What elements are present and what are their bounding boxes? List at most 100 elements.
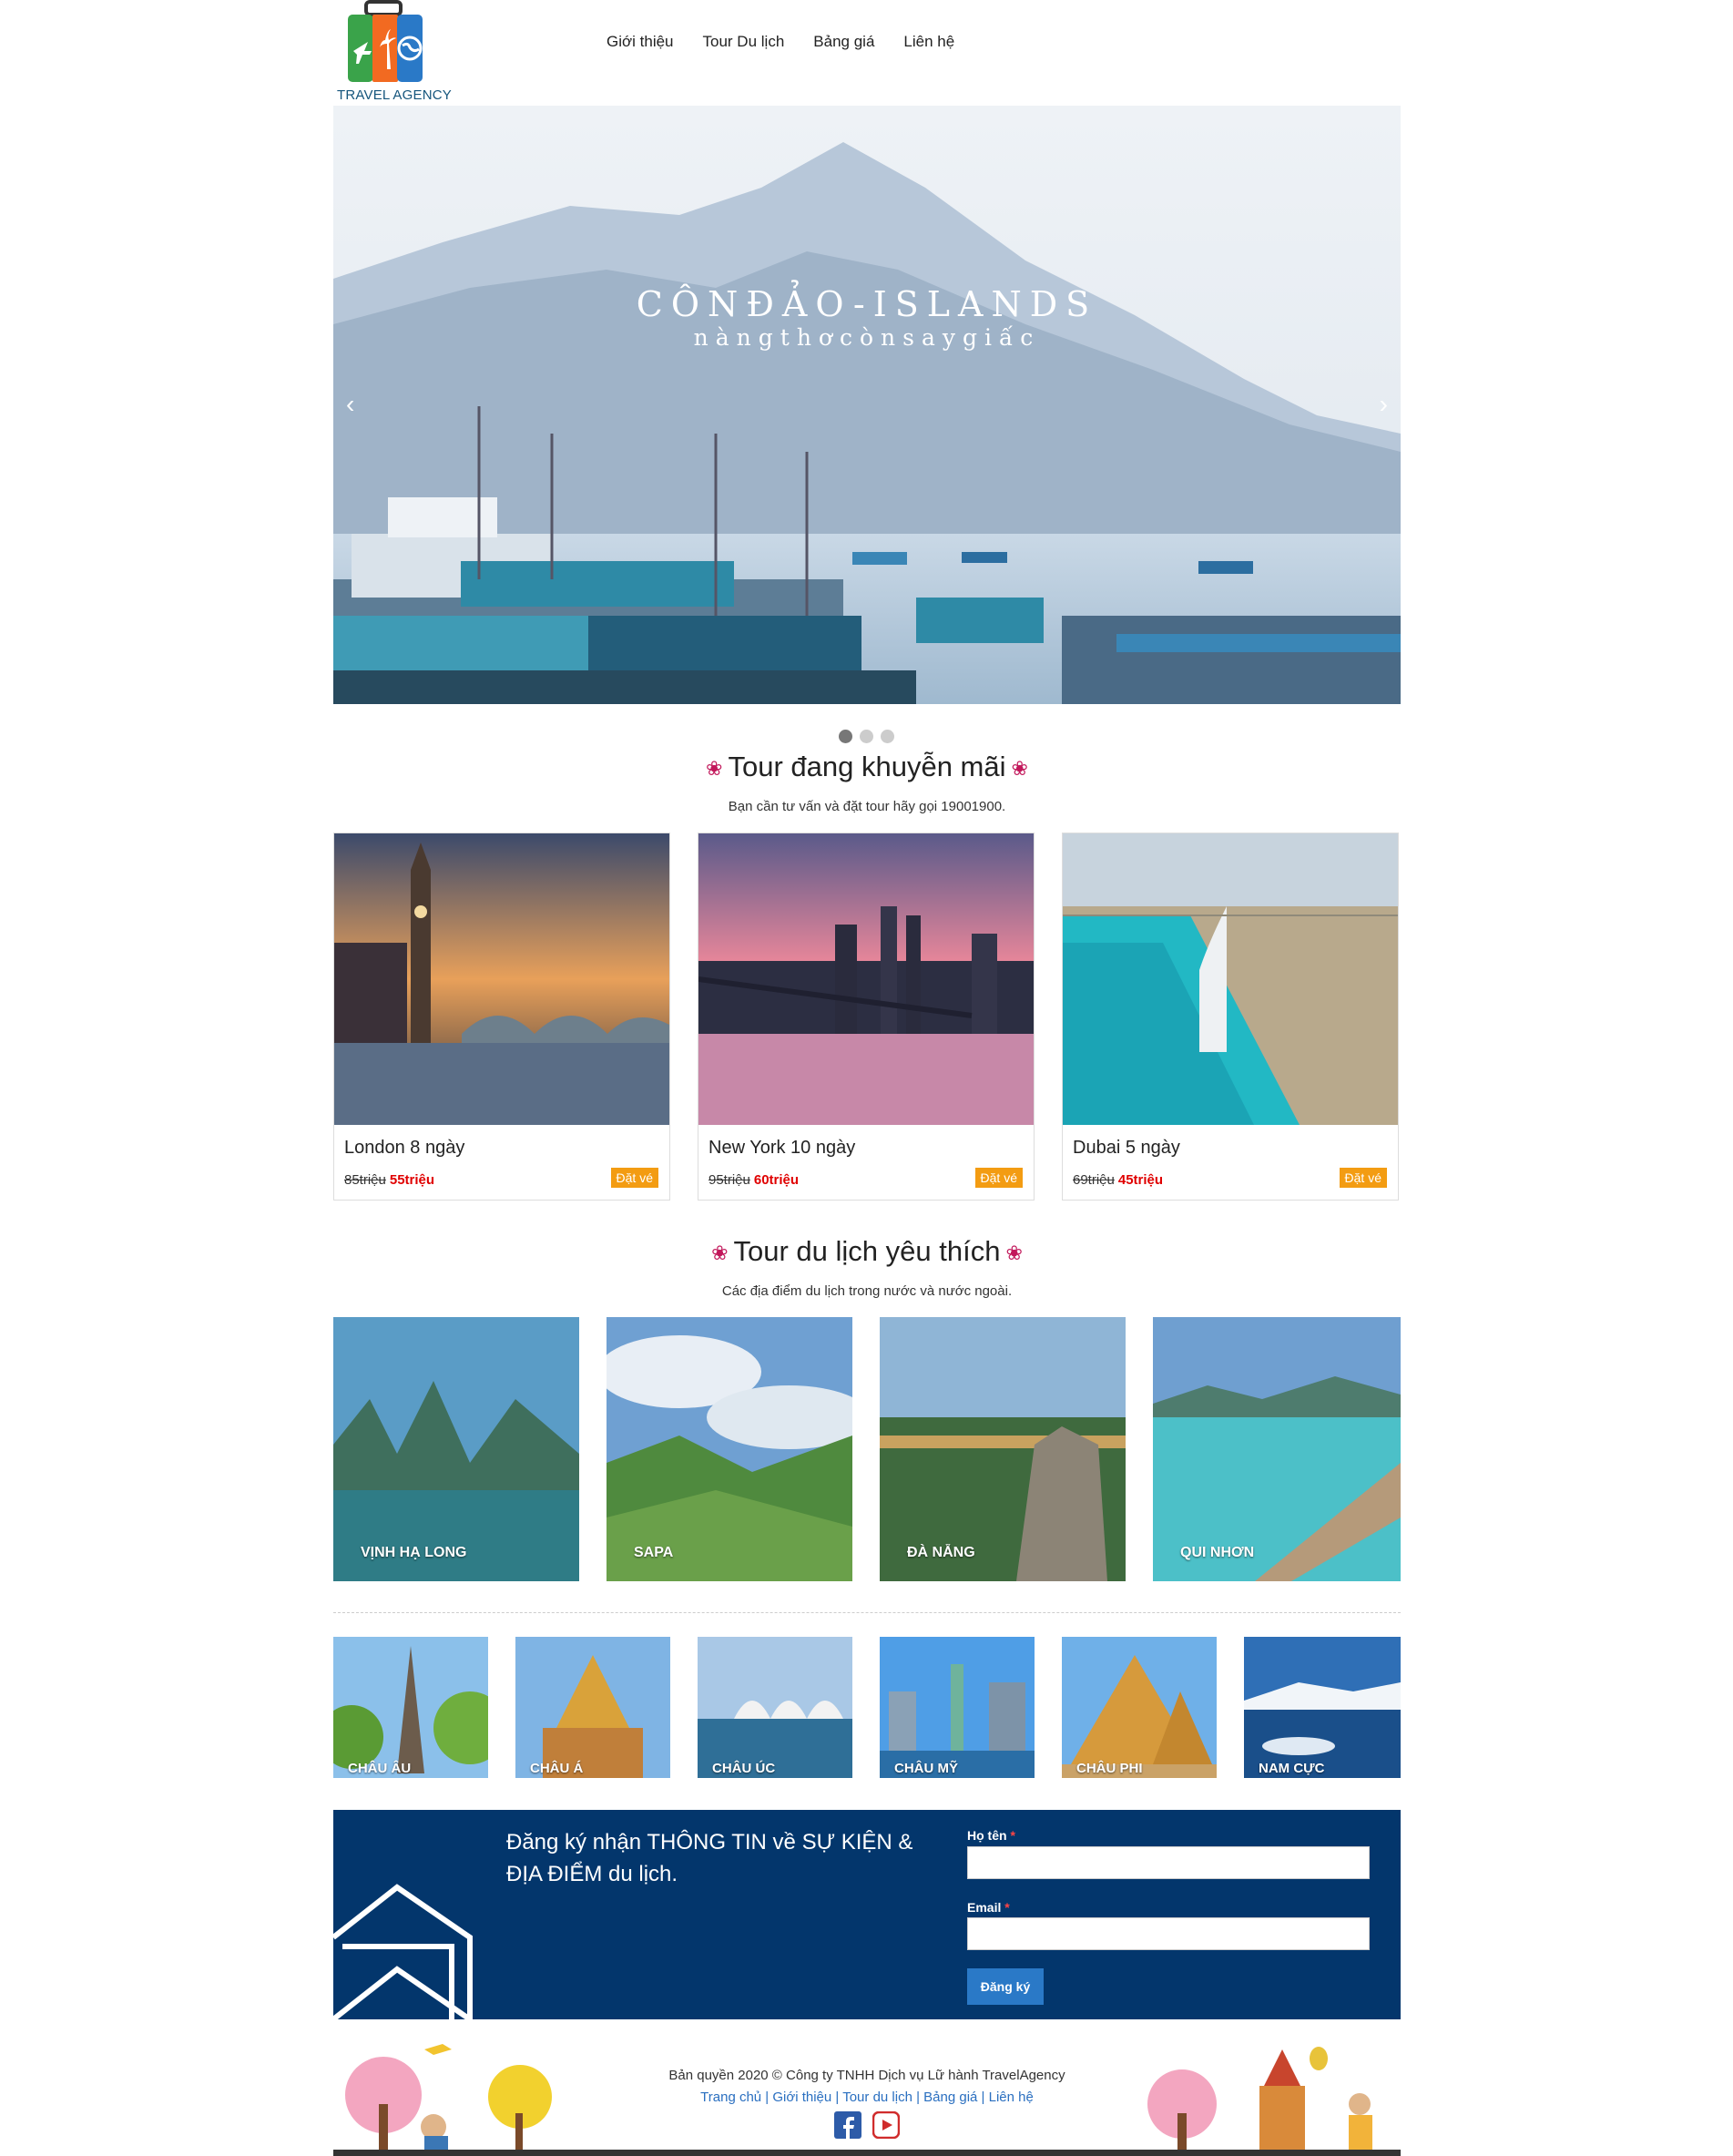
tour-name: Dubai 5 ngày: [1073, 1138, 1180, 1158]
newsletter-text: Đăng ký nhận THÔNG TIN về SỰ KIỆN & ĐỊA …: [506, 1830, 913, 1886]
favorites-subtitle: Các địa điểm du lịch trong nước và nước …: [721, 1283, 1013, 1299]
hero-subtitle: nàngthơcònsaygiấc: [693, 324, 1041, 351]
old-price: 69triệu: [1073, 1172, 1115, 1188]
promo-title: ❀ Tour đang khuyễn mãi ❀: [333, 751, 1401, 783]
social-links: [834, 2111, 900, 2139]
slider-dot-3[interactable]: [881, 730, 894, 743]
tile-chau-a[interactable]: CHÂU Á: [515, 1637, 670, 1778]
footer-link-tour-du-lich[interactable]: Tour du lịch: [842, 2090, 912, 2105]
tour-card-london[interactable]: London 8 ngày 85triệu 55triệu Đặt vé: [333, 833, 670, 1201]
facebook-icon[interactable]: [834, 2111, 861, 2139]
tile-chau-my[interactable]: CHÂU MỸ: [880, 1637, 1035, 1778]
main-nav: Giới thiệu Tour Du lịch Bảng giá Liên hệ: [607, 33, 954, 51]
brand-logo[interactable]: TRAVEL AGENCY: [335, 0, 454, 106]
tile-label: CHÂU ÂU: [348, 1761, 412, 1776]
tile-label: CHÂU PHI: [1076, 1761, 1143, 1776]
separator: |: [912, 2090, 924, 2105]
tour-name: New York 10 ngày: [708, 1138, 856, 1158]
slider-dot-1[interactable]: [839, 730, 852, 743]
nav-link-tour-du-lich[interactable]: Tour Du lịch: [703, 33, 785, 51]
nav-link-gioi-thieu[interactable]: Giới thiệu: [607, 33, 674, 51]
book-button[interactable]: Đặt vé: [1339, 1168, 1387, 1188]
required-mark: *: [1010, 1828, 1015, 1843]
suitcase-logo-icon: [348, 0, 423, 82]
header: TRAVEL AGENCY Giới thiệu Tour Du lịch Bả…: [333, 0, 1401, 106]
tile-vinh-ha-long[interactable]: VỊNH HẠ LONG: [333, 1317, 579, 1581]
footer-link-lien-he[interactable]: Liên hệ: [989, 2090, 1034, 2105]
sale-price: 60triệu: [753, 1172, 800, 1188]
newsletter-panel: Đăng ký nhận THÔNG TIN về SỰ KIỆN & ĐỊA …: [333, 1810, 1401, 2019]
slider-next-icon[interactable]: ›: [1380, 390, 1388, 419]
bottom-bar: [333, 2150, 1401, 2156]
tile-label: CHÂU MỸ: [894, 1761, 958, 1776]
tour-card-new-york[interactable]: New York 10 ngày 95triệu 60triệu Đặt vé: [698, 833, 1035, 1201]
tile-label: QUI NHƠN: [1180, 1545, 1255, 1560]
separator: |: [761, 2090, 773, 2105]
tile-label: CHÂU Á: [530, 1761, 584, 1776]
page: TRAVEL AGENCY Giới thiệu Tour Du lịch Bả…: [333, 0, 1401, 2156]
tour-card-dubai[interactable]: Dubai 5 ngày 69triệu 45triệu Đặt vé: [1062, 833, 1399, 1201]
tile-da-nang[interactable]: ĐÀ NẴNG: [880, 1317, 1126, 1581]
tour-price: 95triệu 60triệu: [708, 1172, 799, 1188]
old-price: 85triệu: [344, 1172, 386, 1188]
tour-price: 69triệu 45triệu: [1073, 1172, 1163, 1188]
favorites-title-text: Tour du lịch yêu thích: [733, 1235, 1001, 1267]
footer-link-gioi-thieu[interactable]: Giới thiệu: [772, 2090, 831, 2105]
tile-label: NAM CỰC: [1259, 1761, 1325, 1776]
tile-label: ĐÀ NẴNG: [907, 1545, 975, 1560]
blossom-icon: ❀: [1005, 1241, 1023, 1264]
hero-image: [333, 106, 1401, 704]
name-label-text: Họ tên: [967, 1828, 1007, 1843]
footer-link-trang-chu[interactable]: Trang chủ: [700, 2090, 761, 2105]
promo-title-text: Tour đang khuyễn mãi: [728, 751, 1006, 782]
slider-dot-2[interactable]: [860, 730, 873, 743]
email-field[interactable]: [967, 1917, 1370, 1950]
separator: |: [977, 2090, 989, 2105]
blossom-icon: ❀: [711, 1241, 729, 1264]
tile-label: CHÂU ÚC: [712, 1761, 776, 1776]
tour-name: London 8 ngày: [344, 1138, 465, 1158]
email-label-text: Email: [967, 1900, 1002, 1915]
promo-tour-list: London 8 ngày 85triệu55triệu Đặt vé New: [333, 833, 1401, 1201]
tile-chau-phi[interactable]: CHÂU PHI: [1062, 1637, 1217, 1778]
blossom-icon: ❀: [1011, 756, 1028, 780]
footer: Bản quyền 2020 © Công ty TNHH Dịch vụ Lữ…: [333, 2040, 1401, 2156]
tile-label: VỊNH HẠ LONG: [361, 1545, 467, 1560]
hero-slider: CÔNĐẢO-ISLANDS nàngthơcònsaygiấc ‹ ›: [333, 106, 1401, 704]
tour-image-london: [334, 833, 669, 1125]
slider-indicators: [839, 730, 894, 743]
promo-subtitle: Bạn cần tư vấn và đặt tour hãy gọi 19001…: [728, 799, 1006, 814]
required-mark: *: [1004, 1900, 1010, 1915]
tile-nam-cuc[interactable]: NAM CỰC: [1244, 1637, 1401, 1778]
tile-chau-uc[interactable]: CHÂU ÚC: [698, 1637, 852, 1778]
sale-price: 55triệu: [389, 1172, 435, 1188]
tour-image-dubai: [1063, 833, 1398, 1125]
email-label: Email *: [967, 1900, 1010, 1915]
nav-link-bang-gia[interactable]: Bảng giá: [813, 33, 874, 51]
sale-price: 45triệu: [1117, 1172, 1164, 1188]
book-button[interactable]: Đặt vé: [610, 1168, 658, 1188]
nav-link-lien-he[interactable]: Liên hệ: [903, 33, 954, 51]
tile-label: SAPA: [634, 1545, 674, 1560]
footer-link-bang-gia[interactable]: Bảng giá: [923, 2090, 977, 2105]
divider: [333, 1612, 1401, 1613]
tile-sapa[interactable]: SAPA: [607, 1317, 852, 1581]
separator: |: [831, 2090, 843, 2105]
footer-right-illustration: [1147, 2047, 1372, 2150]
tile-qui-nhon[interactable]: QUI NHƠN: [1153, 1317, 1401, 1581]
brand-name: TRAVEL AGENCY: [337, 87, 452, 103]
subscribe-button[interactable]: Đăng ký: [967, 1968, 1044, 2005]
tour-image-new-york: [698, 833, 1034, 1125]
slider-prev-icon[interactable]: ‹: [346, 390, 354, 419]
youtube-icon[interactable]: [872, 2111, 900, 2139]
name-field[interactable]: [967, 1846, 1370, 1879]
tile-chau-au[interactable]: CHÂU ÂU: [333, 1637, 488, 1778]
name-label: Họ tên *: [967, 1828, 1015, 1843]
tour-price: 85triệu 55triệu: [344, 1172, 434, 1188]
envelope-icon: [333, 1884, 473, 2019]
favorites-title: ❀ Tour du lịch yêu thích ❀: [333, 1235, 1401, 1268]
book-button[interactable]: Đặt vé: [974, 1168, 1023, 1188]
blossom-icon: ❀: [706, 756, 723, 780]
old-price: 95triệu: [708, 1172, 750, 1188]
hero-title: CÔNĐẢO-ISLANDS: [636, 284, 1098, 324]
